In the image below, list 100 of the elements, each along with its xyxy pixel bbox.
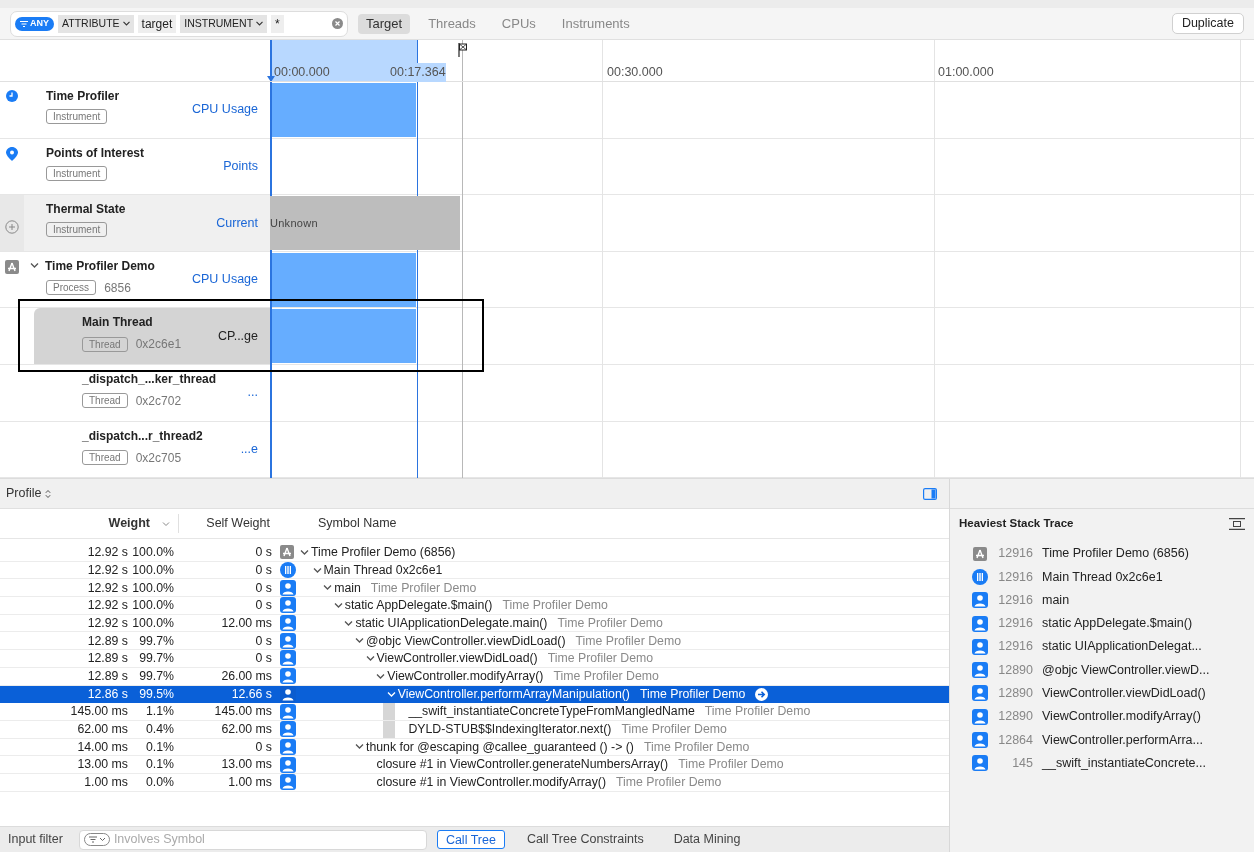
column-header[interactable]: Weight	[0, 514, 150, 533]
library-name: Time Profiler Demo	[643, 738, 750, 756]
app-icon	[280, 545, 294, 560]
symbol-name: Time Profiler Demo (6856)	[311, 544, 456, 562]
call-tree-row[interactable]: 12.89 s 99.7% 26.00 ms ViewController.modifyArray() Time Profiler Demo	[0, 667, 949, 686]
library-name: Time Profiler Demo	[575, 632, 681, 650]
percent-cell-text: 100.0%	[131, 579, 174, 597]
track-id: 6856	[104, 279, 131, 297]
filter-dropdown[interactable]: ATTRIBUTE	[58, 14, 134, 33]
chevron-down-icon[interactable]	[365, 653, 375, 663]
stack-frame[interactable]: 12916 static UIApplicationDelegat...	[950, 635, 1254, 659]
self-weight-cell-text: 62.00 ms	[220, 721, 272, 738]
track-header[interactable]: Main Thread Thread 0x2c6e1 CP...ge	[34, 308, 270, 364]
stack-frame[interactable]: 12890 ViewController.modifyArray()	[950, 705, 1254, 729]
view-tab[interactable]: Call Tree Constraints	[518, 830, 652, 849]
track-value-link[interactable]: CPU Usage	[192, 270, 258, 289]
chevron-down-icon	[162, 520, 170, 527]
view-tab[interactable]: Call Tree	[436, 830, 505, 849]
duplicate-button[interactable]: Duplicate	[1171, 13, 1244, 34]
chevron-down-icon[interactable]	[386, 689, 396, 699]
call-tree-row[interactable]: 1.00 ms 0.0% 1.00 ms closure #1 in ViewController.modifyArray() Time Profiler Demo	[0, 773, 949, 792]
chevron-down-icon[interactable]	[30, 261, 39, 271]
heavy-path-marker	[383, 703, 396, 720]
percent-cell-text: 99.7%	[138, 632, 174, 650]
track-type-label: Process	[46, 280, 97, 296]
library-name: Time Profiler Demo	[553, 667, 659, 685]
chevron-down-icon[interactable]	[312, 565, 322, 575]
stack-frame[interactable]: 12864 ViewController.performArra...	[950, 728, 1254, 752]
time-label: 00:17.364	[390, 63, 446, 82]
call-tree-row[interactable]: 145.00 ms 1.1% 145.00 ms __swift_instantiateConcreteTypeFromMangledName Time Profiler Demo	[0, 703, 949, 721]
stack-frame[interactable]: 12916 main	[950, 588, 1254, 612]
call-tree-row[interactable]: 12.92 s 100.0% 0 s main Time Profiler Demo	[0, 579, 949, 598]
chevron-down-icon[interactable]	[355, 636, 364, 646]
sample-count: 12916	[997, 568, 1033, 586]
call-tree-row[interactable]: 14.00 ms 0.1% 0 s thunk for @escaping @callee_guaranteed () -> () Time Profiler Demo	[0, 738, 949, 757]
stack-frame[interactable]: 12916 Main Thread 0x2c6e1	[950, 565, 1254, 589]
symbol-filter-field[interactable]: Involves Symbol	[78, 829, 427, 850]
sidebar-icon[interactable]	[923, 487, 937, 500]
stack-frame[interactable]: 12916 static AppDelegate.$main()	[950, 611, 1254, 636]
playhead-icon[interactable]	[267, 76, 275, 82]
track-header[interactable]: _dispatch...r_thread2 Thread 0x2c705 ...e	[34, 421, 270, 478]
track-value-link[interactable]: Points	[223, 157, 258, 176]
call-tree-row[interactable]: 13.00 ms 0.1% 13.00 ms closure #1 in ViewController.generateNumbersArray() Time Profiler Demo	[0, 756, 949, 774]
clear-icon[interactable]	[332, 18, 343, 29]
call-tree-row[interactable]: 12.92 s 100.0% 0 s Time Profiler Demo (6856)	[0, 544, 949, 562]
symbol-filter-input[interactable]: Involves Symbol	[113, 830, 422, 849]
track-header[interactable]: Time Profiler Instrument CPU Usage	[24, 82, 270, 138]
view-tab[interactable]: Data Mining	[665, 830, 749, 849]
user-icon	[280, 632, 296, 649]
chevron-down-icon[interactable]	[355, 742, 364, 752]
user-icon	[280, 668, 296, 685]
filter-icon	[20, 20, 28, 27]
track-title: Time Profiler	[46, 88, 120, 105]
self-weight-cell-text: 12.66 s	[230, 686, 272, 704]
track-header[interactable]: _dispatch_...ker_thread Thread 0x2c702 ...	[34, 364, 270, 421]
weight-cell-text: 12.92 s	[86, 597, 128, 615]
column-header[interactable]: Symbol Name	[318, 514, 397, 533]
call-tree-row[interactable]: 62.00 ms 0.4% 62.00 ms DYLD-STUB$$IndexingIterator.next() Time Profiler Demo	[0, 720, 949, 739]
stack-frame[interactable]: 12890 @objc ViewController.viewD...	[950, 658, 1254, 682]
track-header[interactable]: Time Profiler Demo Process 6856 CPU Usage	[24, 251, 270, 308]
track-value-link[interactable]: Current	[216, 213, 258, 233]
percent-cell-text: 100.0%	[131, 544, 174, 562]
symbol-name: closure #1 in ViewController.modifyArray()	[376, 774, 606, 792]
collapse-icon[interactable]	[1229, 518, 1245, 530]
stack-frame[interactable]: 12890 ViewController.viewDidLoad()	[950, 681, 1254, 706]
symbol-name: Main Thread 0x2c6e1	[323, 561, 443, 579]
column-header[interactable]: Self Weight	[178, 514, 270, 533]
track-id: 0x2c6e1	[135, 336, 182, 354]
filter-field[interactable]: ANY ATTRIBUTE target INSTRUMENT *	[10, 10, 348, 37]
self-weight-cell-text: 0 s	[254, 597, 272, 615]
self-weight-cell-text: 0 s	[254, 738, 272, 756]
filter-dropdown[interactable]: INSTRUMENT	[180, 14, 268, 33]
user-icon	[280, 597, 296, 614]
chevron-down-icon[interactable]	[300, 547, 309, 557]
call-tree-row[interactable]: 12.92 s 100.0% 12.00 ms static UIApplicationDelegate.main() Time Profiler Demo	[0, 614, 949, 633]
track-value-link[interactable]: CPU Usage	[192, 100, 258, 120]
call-tree-row[interactable]: 12.89 s 99.7% 0 s ViewController.viewDidLoad() Time Profiler Demo	[0, 650, 949, 668]
any-mode-button[interactable]: ANY	[15, 16, 54, 31]
track-value-link[interactable]: ...e	[240, 440, 258, 459]
chevron-down-icon[interactable]	[376, 671, 386, 681]
filter-menu-icon[interactable]	[83, 833, 110, 846]
flag-icon[interactable]	[458, 43, 467, 57]
profile-selector[interactable]: Profile	[6, 484, 52, 503]
track-value-link[interactable]: ...	[247, 383, 258, 403]
strategy-tab[interactable]: Target	[358, 13, 411, 34]
track-header[interactable]: Points of Interest Instrument Points	[24, 138, 270, 195]
arrow-circle-icon[interactable]	[755, 687, 769, 701]
library-name: Time Profiler Demo	[639, 686, 746, 704]
sample-count: 12916	[997, 638, 1033, 656]
call-tree-row[interactable]: 12.92 s 100.0% 0 s static AppDelegate.$main() Time Profiler Demo	[0, 597, 949, 615]
stack-frame[interactable]: 145 __swift_instantiateConcrete...	[950, 751, 1254, 775]
chevron-down-icon[interactable]	[333, 600, 343, 610]
chevron-down-icon[interactable]	[344, 618, 354, 628]
track-value-link[interactable]: CP...ge	[217, 326, 258, 346]
call-tree-row[interactable]: 12.89 s 99.7% 0 s @objc ViewController.viewDidLoad() Time Profiler Demo	[0, 632, 949, 651]
call-tree-row[interactable]: 12.92 s 100.0% 0 s Main Thread 0x2c6e1	[0, 561, 949, 580]
chevron-down-icon[interactable]	[323, 583, 333, 593]
self-weight-cell-text: 0 s	[254, 650, 272, 668]
weight-cell-text: 12.92 s	[86, 579, 128, 597]
stack-frame[interactable]: 12916 Time Profiler Demo (6856)	[950, 542, 1254, 566]
